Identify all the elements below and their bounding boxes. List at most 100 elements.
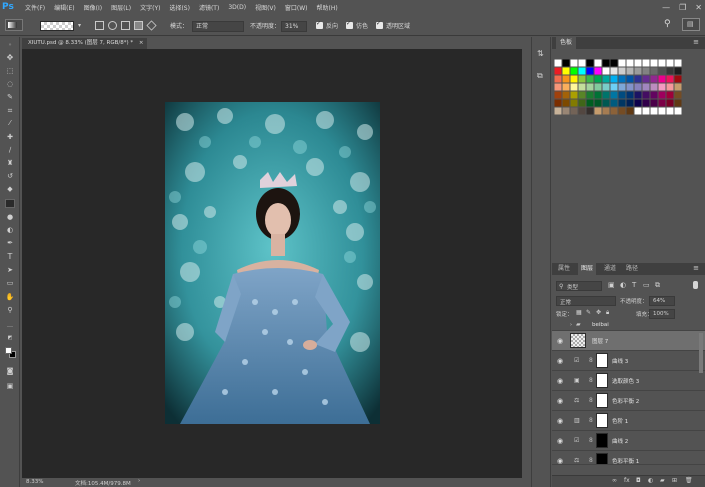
color-swatch[interactable] [554,59,562,67]
color-swatch[interactable] [674,107,682,115]
color-swatch[interactable] [570,99,578,107]
menu-help[interactable]: 帮助(H) [317,3,338,12]
color-swatch[interactable] [650,107,658,115]
layer-opacity-input[interactable]: 64% [649,296,675,306]
hand-tool-icon[interactable]: ✋ [5,293,15,302]
layer-row[interactable]: › ▰ beibai [552,319,705,331]
color-swatch[interactable] [666,59,674,67]
new-layer-icon[interactable]: ⊞ [672,477,677,484]
color-swatch[interactable] [626,59,634,67]
layer-mask-thumbnail[interactable] [596,453,608,464]
color-swatch[interactable] [578,75,586,83]
color-swatch[interactable] [562,99,570,107]
workspace-switcher[interactable]: ▤ [682,18,700,31]
color-swatch[interactable] [610,67,618,75]
filter-shape-icon[interactable]: ▭ [643,281,650,289]
gradient-swatch[interactable] [40,21,74,31]
color-swatch[interactable] [586,75,594,83]
menu-image[interactable]: 图像(I) [84,3,102,12]
color-swatch[interactable] [666,91,674,99]
menu-window[interactable]: 窗口(W) [285,3,308,12]
color-swatch[interactable] [634,83,642,91]
history-panel-icon[interactable]: ⇅ [537,49,544,58]
tab-swatches[interactable]: 色板 [556,37,577,49]
color-swatch[interactable] [642,83,650,91]
canvas-image[interactable] [165,102,380,424]
visibility-eye-icon[interactable]: ◉ [557,397,563,405]
color-swatch[interactable] [658,67,666,75]
link-layers-icon[interactable]: ∞ [612,477,617,484]
blend-mode-dropdown[interactable]: 正常 [556,296,616,306]
color-swatch[interactable] [562,91,570,99]
pen-tool-icon[interactable]: ✒ [5,239,15,248]
close-tab-icon[interactable]: × [139,40,144,46]
color-swatch[interactable] [618,67,626,75]
lasso-tool-icon[interactable]: ◌ [5,80,15,89]
angle-gradient-button[interactable] [121,21,130,30]
color-swatch[interactable] [666,67,674,75]
menu-type[interactable]: 文字(Y) [140,3,160,12]
type-tool-icon[interactable]: T [5,252,15,261]
gradient-tool-icon[interactable] [5,199,15,208]
color-swatch[interactable] [554,67,562,75]
color-swatch[interactable] [674,91,682,99]
color-swatch[interactable] [674,59,682,67]
color-swatch[interactable] [642,99,650,107]
panel-menu-icon[interactable]: ≡ [693,38,699,46]
layer-mask-thumbnail[interactable] [596,373,608,388]
color-swatch[interactable] [570,67,578,75]
color-swatch[interactable] [562,67,570,75]
menu-select[interactable]: 选择(S) [169,3,190,12]
lock-transparent-icon[interactable]: ▦ [576,309,582,316]
color-swatch[interactable] [602,59,610,67]
layers-scrollbar[interactable] [699,333,703,373]
color-swatch[interactable] [594,107,602,115]
color-swatch[interactable] [578,99,586,107]
color-swatch[interactable] [594,67,602,75]
tab-channels[interactable]: 通道 [601,263,619,275]
color-swatch[interactable] [586,99,594,107]
color-swatch[interactable] [674,75,682,83]
color-swatch[interactable] [578,59,586,67]
new-adjustment-icon[interactable]: ◐ [648,477,653,484]
minimize-icon[interactable]: — [662,3,670,12]
radial-gradient-button[interactable] [108,21,117,30]
color-swatch[interactable] [618,83,626,91]
chevron-down-icon[interactable]: ▾ [78,22,81,33]
color-swatch[interactable] [554,107,562,115]
color-swatch[interactable] [594,83,602,91]
color-swatch[interactable] [586,83,594,91]
color-swatch[interactable] [578,107,586,115]
color-swatch[interactable] [650,75,658,83]
color-swatch[interactable] [610,91,618,99]
swatch-grid[interactable] [554,59,688,159]
visibility-eye-icon[interactable]: ◉ [557,457,563,464]
color-swatch[interactable] [570,59,578,67]
color-swatch[interactable] [610,75,618,83]
clone-stamp-tool-icon[interactable]: ♜ [5,159,15,168]
color-swatch[interactable] [618,99,626,107]
path-select-tool-icon[interactable]: ➤ [5,266,15,275]
visibility-eye-icon[interactable]: ◉ [557,417,563,425]
layer-mask-thumbnail[interactable] [596,413,608,428]
color-swatch[interactable] [610,83,618,91]
search-icon[interactable]: ⚲ [664,19,671,30]
mode-dropdown[interactable]: 正常 [192,21,244,32]
color-swatch[interactable] [658,91,666,99]
layer-row[interactable]: ◉ ▣ 8 选取颜色 3 [552,371,705,391]
new-group-icon[interactable]: ▰ [660,477,665,484]
color-swatch[interactable] [570,83,578,91]
shape-tool-icon[interactable]: ▭ [5,279,15,288]
color-swatch[interactable] [626,99,634,107]
layer-style-icon[interactable]: fx [624,477,630,484]
menu-edit[interactable]: 编辑(E) [54,3,74,12]
reflected-gradient-button[interactable] [134,21,143,30]
visibility-eye-icon[interactable]: ◉ [557,437,563,445]
color-swatch[interactable] [602,99,610,107]
menu-filter[interactable]: 滤镜(T) [199,3,219,12]
maximize-icon[interactable]: ❐ [679,3,686,12]
color-swatch[interactable] [562,107,570,115]
filter-pixel-icon[interactable]: ▣ [608,281,615,289]
color-swatch[interactable] [666,99,674,107]
filter-type-icon[interactable]: T [632,281,636,289]
